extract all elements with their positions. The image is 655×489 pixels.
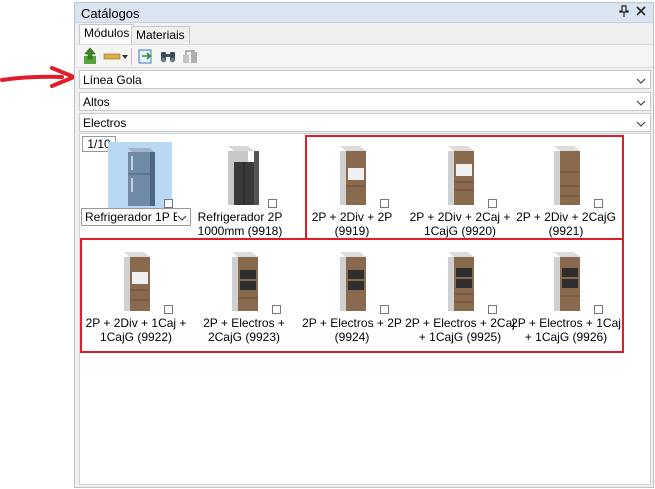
load-catalog-icon[interactable] (81, 47, 99, 65)
item-thumbnail (190, 138, 290, 208)
category-select-value: Altos (83, 95, 110, 109)
subcategory-select-value: Electros (83, 116, 127, 130)
transfer-icon[interactable] (181, 47, 199, 65)
export-icon[interactable] (137, 47, 155, 65)
close-icon[interactable] (636, 4, 646, 19)
line-select[interactable]: Línea Gola (79, 70, 651, 89)
expand-icon[interactable] (164, 199, 173, 208)
tab-materiais[interactable]: Materiais (131, 26, 190, 44)
chevron-down-icon (636, 74, 646, 88)
chevron-down-icon (636, 117, 646, 131)
line-select-value: Línea Gola (83, 73, 142, 87)
annotation-highlight-bottom (80, 238, 624, 353)
panel-titlebar: Catálogos (75, 3, 653, 23)
annotation-highlight-top (305, 135, 624, 240)
annotation-arrow (0, 66, 76, 88)
binoculars-icon[interactable] (159, 47, 177, 65)
panel-title: Catálogos (81, 6, 140, 21)
fridge-icon (128, 148, 155, 206)
item-label: Refrigerador 1P Ba (85, 210, 188, 224)
expand-icon[interactable] (268, 199, 277, 208)
subcategory-select[interactable]: Electros (79, 113, 651, 132)
ruler-icon[interactable] (103, 47, 129, 65)
category-select[interactable]: Altos (79, 92, 651, 111)
fridge-icon (228, 146, 259, 205)
item-label: Refrigerador 2P 1000mm (9918) (197, 210, 283, 238)
item-thumbnail (86, 138, 186, 208)
toolbar-separator (131, 48, 132, 65)
tab-strip: Módulos Materiais (75, 24, 653, 44)
chevron-down-icon (636, 96, 646, 110)
toolbar (77, 44, 653, 68)
tab-modulos[interactable]: Módulos (79, 24, 135, 44)
pin-icon[interactable] (619, 5, 629, 20)
item-variant-select[interactable]: Refrigerador 1P Ba (81, 208, 191, 226)
annotation-highlight-join (305, 236, 307, 240)
